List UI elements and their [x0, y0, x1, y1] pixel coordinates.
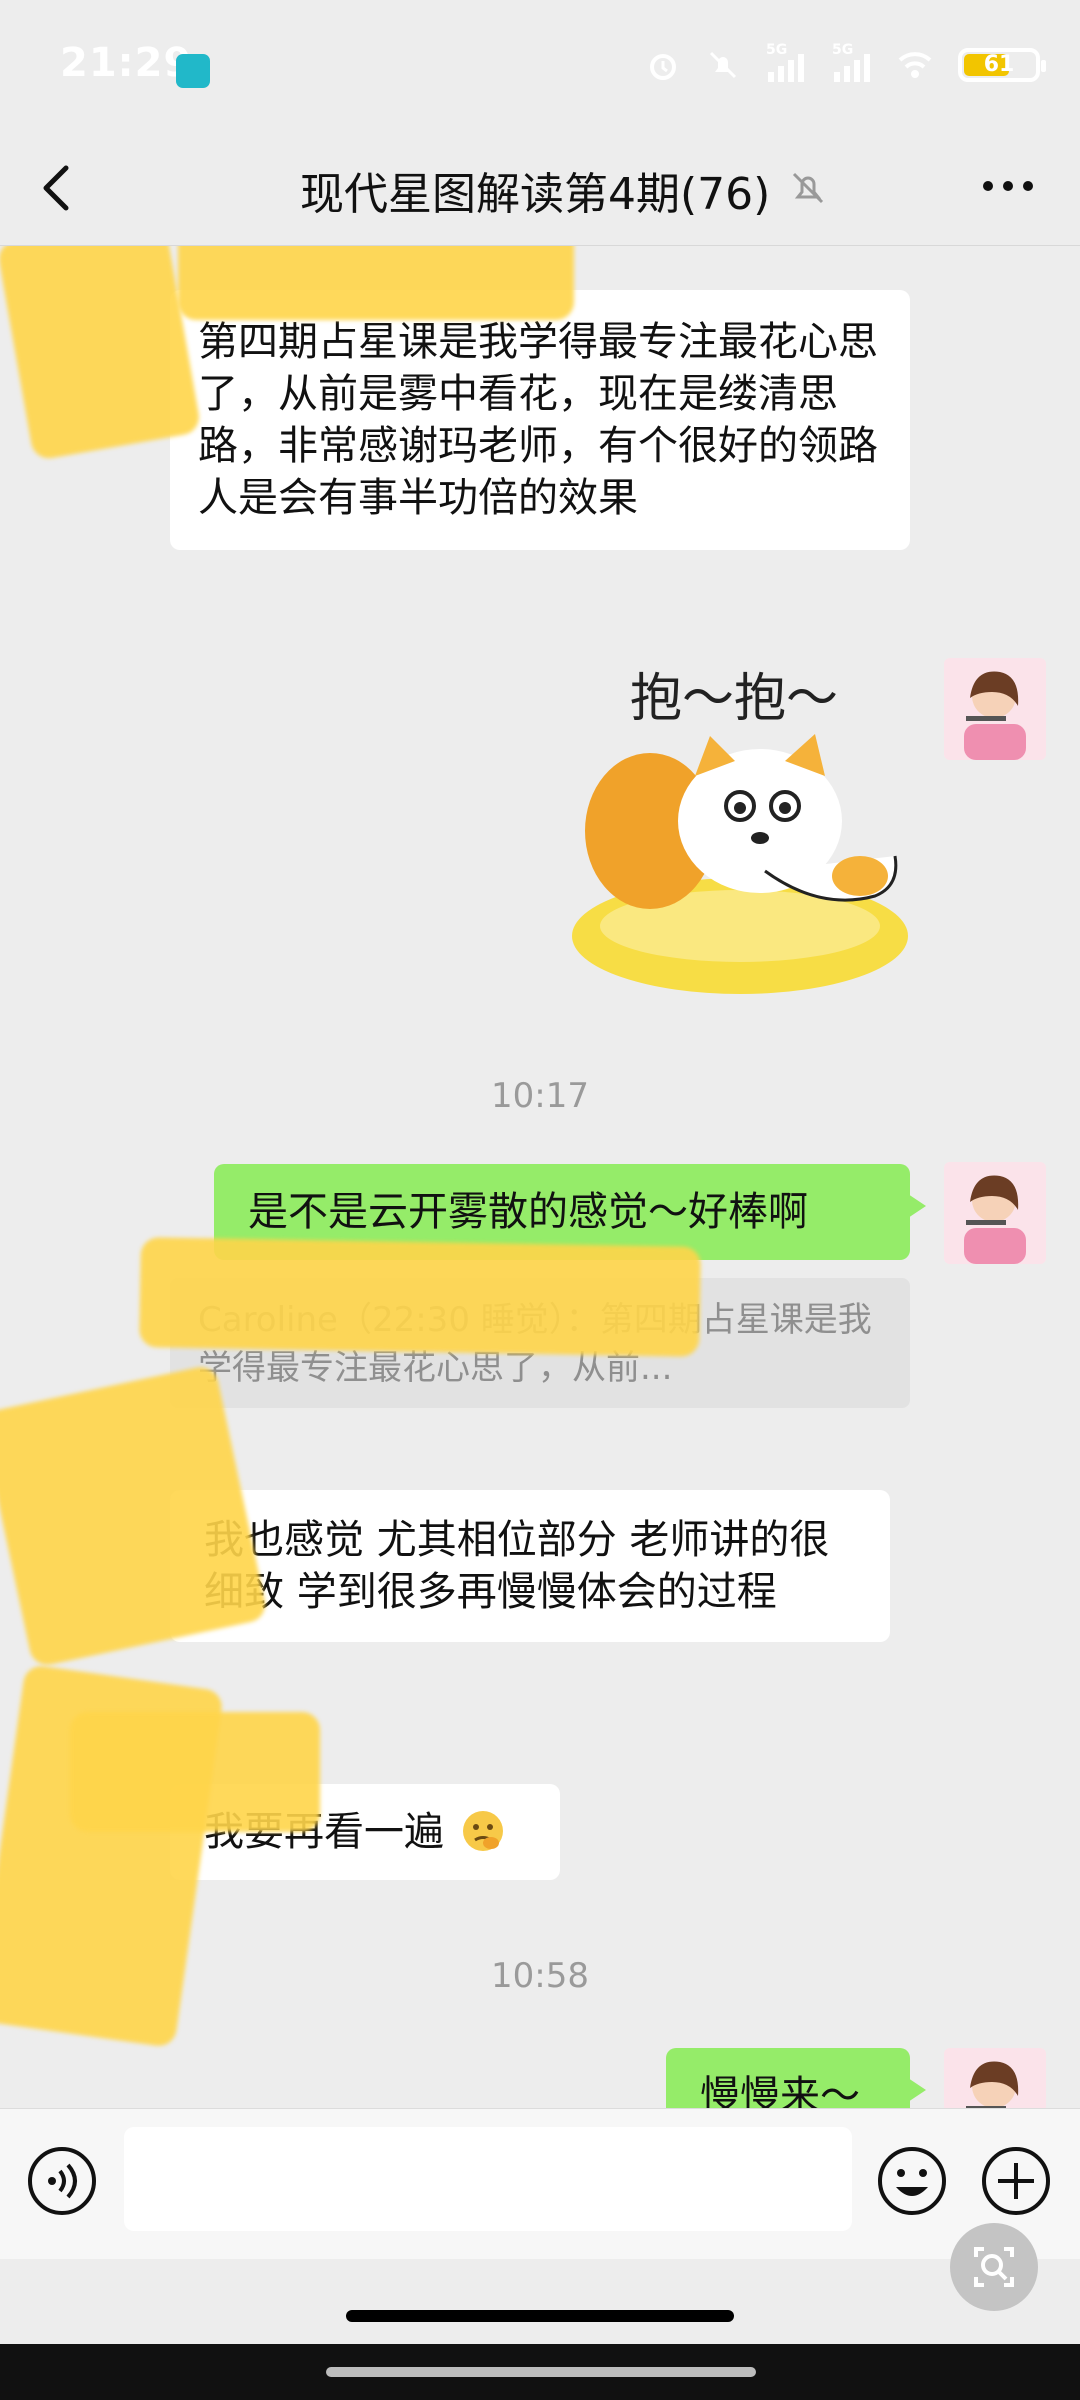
message-input[interactable] — [124, 2127, 852, 2231]
more-functions-button[interactable] — [980, 2145, 1052, 2217]
scan-search-icon — [974, 2247, 1014, 2287]
status-time: 21:29 — [60, 40, 193, 86]
wifi-icon — [898, 52, 932, 78]
emoji-button[interactable] — [876, 2145, 948, 2217]
sticker-message[interactable]: 抱～抱～ — [560, 656, 930, 996]
message-text: 我也感觉 尤其相位部分 老师讲的很细致 学到很多再慢慢体会的过程 — [204, 1517, 830, 1615]
avatar[interactable] — [944, 1162, 1046, 1264]
alarm-icon — [650, 54, 676, 80]
message-text: 是不是云开雾散的感觉～好棒啊 — [248, 1189, 808, 1235]
avatar[interactable] — [944, 2048, 1046, 2108]
message-bubble[interactable]: 第四期占星课是我学得最专注最花心思了，从前是雾中看花，现在是缕清思路，非常感谢玛… — [170, 290, 910, 550]
signal-icon: 5G — [766, 42, 806, 82]
message-bubble[interactable]: 慢慢来～ — [666, 2048, 926, 2108]
voice-input-button[interactable] — [26, 2145, 98, 2217]
more-options-button[interactable] — [978, 166, 1038, 206]
status-icons: 5G 5G 61 — [646, 42, 1046, 82]
battery-level: 61 — [983, 52, 1015, 77]
app-notification-icon — [176, 54, 210, 88]
redaction-mark — [70, 1712, 320, 1832]
mute-icon — [792, 172, 824, 204]
signal-icon-2: 5G — [832, 42, 872, 82]
redaction-mark — [139, 1237, 701, 1357]
mute-bell-icon — [709, 51, 737, 79]
redaction-mark — [0, 1363, 269, 1669]
redaction-mark — [0, 246, 202, 462]
back-button[interactable] — [36, 162, 76, 214]
screen-search-button[interactable] — [950, 2223, 1038, 2311]
timestamp: 10:17 — [491, 1076, 589, 1116]
home-indicator[interactable] — [346, 2310, 734, 2322]
message-text: 慢慢来～ — [700, 2073, 860, 2108]
message-bubble[interactable]: 我也感觉 尤其相位部分 老师讲的很细致 学到很多再慢慢体会的过程 — [170, 1490, 890, 1642]
bottom-strip-handle — [326, 2367, 756, 2377]
chat-title: 现代星图解读第4期(76) — [300, 169, 771, 220]
redaction-mark — [178, 246, 574, 320]
avatar[interactable] — [944, 658, 1046, 760]
cat-hug-sticker — [572, 734, 908, 994]
chat-area[interactable]: 第四期占星课是我学得最专注最花心思了，从前是雾中看花，现在是缕清思路，非常感谢玛… — [0, 246, 1080, 2108]
message-text: 第四期占星课是我学得最专注最花心思了，从前是雾中看花，现在是缕清思路，非常感谢玛… — [198, 319, 878, 521]
battery-icon: 61 — [958, 48, 1046, 82]
thinking-emoji-icon — [461, 1809, 505, 1853]
